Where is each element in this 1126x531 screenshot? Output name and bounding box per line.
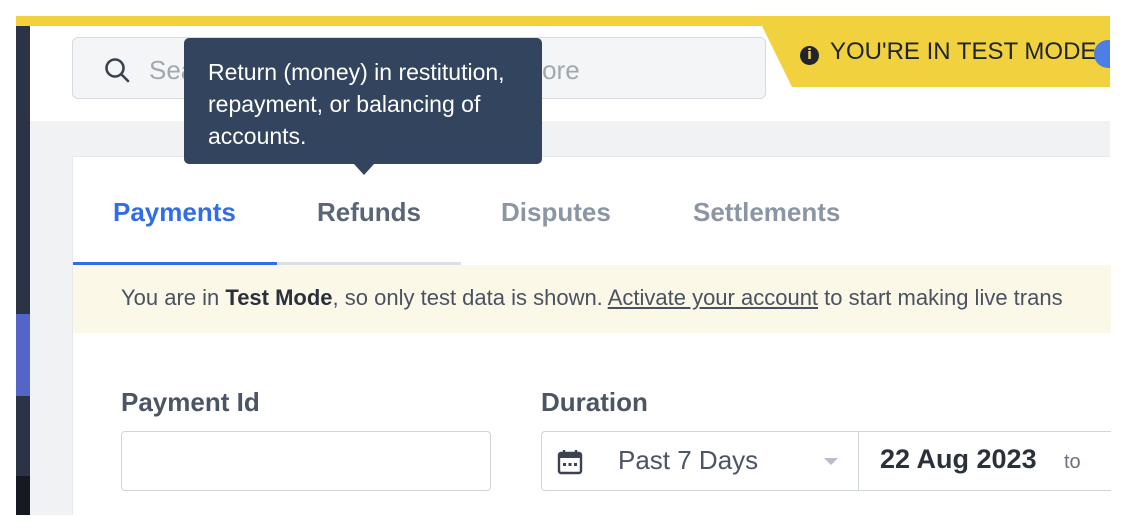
top-accent-strip — [16, 16, 1110, 26]
left-sidebar — [16, 26, 30, 515]
info-icon: i — [800, 46, 819, 65]
payment-id-label: Payment Id — [121, 387, 260, 417]
tab-payments[interactable]: Payments — [113, 197, 236, 228]
search-icon — [105, 58, 130, 83]
tab-bar: Payments Refunds Disputes Settlements — [73, 157, 1111, 265]
activate-account-link[interactable]: Activate your account — [608, 285, 818, 310]
chevron-down-icon[interactable] — [824, 458, 838, 465]
tooltip-arrow — [354, 164, 374, 175]
sidebar-footer — [16, 476, 30, 515]
refunds-tooltip: Return (money) in restitution, repayment… — [184, 38, 542, 175]
tab-settlements[interactable]: Settlements — [693, 197, 840, 228]
date-range-to-label: to — [1064, 451, 1081, 473]
duration-picker[interactable]: Past 7 Days 22 Aug 2023 to — [541, 431, 1111, 491]
notice-prefix: You are in — [121, 285, 226, 310]
transactions-card: Payments Refunds Disputes Settlements Yo… — [72, 156, 1111, 515]
notice-middle: , so only test data is shown. — [332, 285, 608, 310]
duration-select[interactable]: Past 7 Days — [618, 445, 758, 476]
tab-disputes[interactable]: Disputes — [501, 197, 611, 228]
test-mode-text: YOU'RE IN TEST MODE — [830, 38, 1097, 65]
test-mode-banner[interactable]: i YOU'RE IN TEST MODE — [762, 26, 1110, 87]
tooltip-text: Return (money) in restitution, repayment… — [208, 59, 505, 149]
notice-suffix: to start making live trans — [818, 285, 1063, 310]
calendar-icon — [557, 450, 583, 475]
sidebar-active-indicator[interactable] — [16, 314, 30, 396]
test-mode-notice: You are in Test Mode, so only test data … — [73, 265, 1111, 333]
notice-bold: Test Mode — [225, 285, 333, 310]
duration-label: Duration — [541, 387, 648, 417]
duration-divider — [858, 432, 859, 490]
test-mode-toggle[interactable] — [1094, 40, 1110, 68]
start-date[interactable]: 22 Aug 2023 — [880, 444, 1037, 475]
payment-id-input[interactable] — [121, 431, 491, 491]
tab-refunds[interactable]: Refunds — [317, 197, 421, 228]
